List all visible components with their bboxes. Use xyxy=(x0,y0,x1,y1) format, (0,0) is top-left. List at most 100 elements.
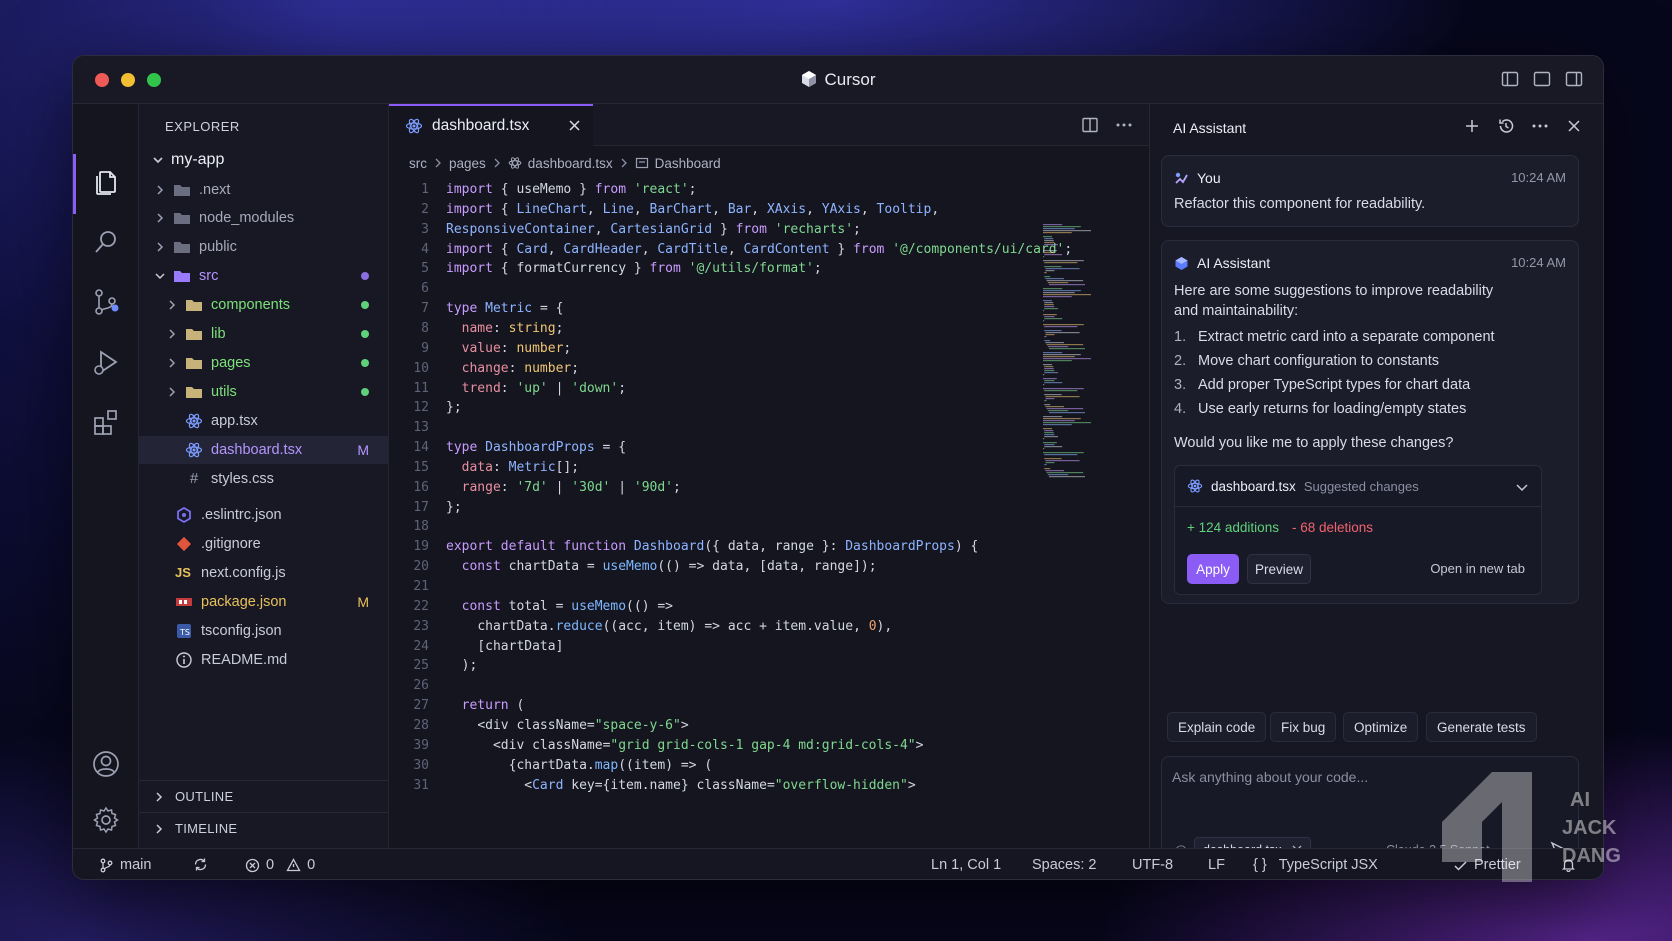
problems-indicator[interactable]: 0 0 xyxy=(245,857,315,873)
search-icon[interactable] xyxy=(90,226,122,258)
code-line[interactable]: 27 return ( xyxy=(389,696,1089,716)
code-line[interactable]: 1 import { useMemo } from 'react'; xyxy=(389,180,1089,200)
extensions-icon[interactable] xyxy=(90,406,122,438)
tree-item-utils[interactable]: utils xyxy=(139,378,389,406)
language-mode[interactable]: { } TypeScript JSX xyxy=(1253,857,1378,873)
toggle-panel-icon[interactable] xyxy=(1533,70,1551,88)
split-editor-icon[interactable] xyxy=(1081,116,1099,134)
code-line[interactable]: 2 import { LineChart, Line, BarChart, Bar… xyxy=(389,200,1089,220)
code-line[interactable]: 24 [chartData] xyxy=(389,637,1089,657)
tree-item-app-tsx[interactable]: app.tsx xyxy=(139,407,389,435)
close-tab-icon[interactable] xyxy=(568,119,581,132)
explain-code-chip[interactable]: Explain code xyxy=(1167,712,1267,742)
code-line[interactable]: 22 const total = useMemo(() => xyxy=(389,597,1089,617)
tree-item-eslintrc[interactable]: .eslintrc.json xyxy=(139,501,389,529)
tree-item-components[interactable]: components xyxy=(139,291,389,319)
tree-item-styles-css[interactable]: # styles.css xyxy=(139,465,389,493)
code-line[interactable]: 30 {chartData.map((item) => ( xyxy=(389,756,1089,776)
minimap-line xyxy=(1044,326,1078,328)
history-icon[interactable] xyxy=(1497,117,1515,135)
more-actions-icon[interactable] xyxy=(1531,117,1549,135)
line-source: name: string; xyxy=(461,320,564,336)
generate-tests-chip[interactable]: Generate tests xyxy=(1426,712,1537,742)
code-line[interactable]: 15 data: Metric[]; xyxy=(389,458,1089,478)
tree-item-next[interactable]: .next xyxy=(139,176,389,204)
code-line[interactable]: 17}; xyxy=(389,498,1089,518)
code-line[interactable]: 21 xyxy=(389,577,1089,597)
message-text: Here are some suggestions to improve rea… xyxy=(1174,283,1494,299)
breadcrumb-item[interactable]: pages xyxy=(449,156,486,171)
timeline-section[interactable]: TIMELINE xyxy=(139,812,389,844)
code-line[interactable]: 19 export default function Dashboard({ da… xyxy=(389,537,1089,557)
tree-item-package-json[interactable]: package.json M xyxy=(139,588,389,616)
suggested-changes-card: dashboard.tsx Suggested changes + 124 ad… xyxy=(1174,465,1542,595)
code-line[interactable]: 10 change: number; xyxy=(389,359,1089,379)
account-icon[interactable] xyxy=(90,748,122,780)
code-line[interactable]: 39 <div className="grid grid-cols-1 gap-… xyxy=(389,736,1089,756)
minimap-line xyxy=(1045,470,1064,472)
chevron-down-icon[interactable] xyxy=(1515,480,1529,494)
tree-item-public[interactable]: public xyxy=(139,233,389,261)
tree-item-dashboard-tsx[interactable]: dashboard.tsx M xyxy=(139,436,389,464)
code-line[interactable]: 4 import { Card, CardHeader, CardTitle, C… xyxy=(389,240,1089,260)
code-line[interactable]: 18 xyxy=(389,517,1089,537)
code-line[interactable]: 25 ); xyxy=(389,656,1089,676)
code-line[interactable]: 20 const chartData = useMemo(() => data,… xyxy=(389,557,1089,577)
indentation[interactable]: Spaces: 2 xyxy=(1032,857,1097,873)
toggle-primary-sidebar-icon[interactable] xyxy=(1501,70,1519,88)
new-chat-plus-icon[interactable] xyxy=(1463,117,1481,135)
code-line[interactable]: 7 type Metric = { xyxy=(389,299,1089,319)
line-ending[interactable]: LF xyxy=(1208,857,1225,873)
tree-item-pages[interactable]: pages xyxy=(139,349,389,377)
minimap-line xyxy=(1043,224,1063,226)
apply-button[interactable]: Apply xyxy=(1187,554,1239,584)
toggle-secondary-sidebar-icon[interactable] xyxy=(1565,70,1583,88)
more-actions-icon[interactable] xyxy=(1115,116,1133,134)
code-line[interactable]: 8 name: string; xyxy=(389,319,1089,339)
code-line[interactable]: 14 type DashboardProps = { xyxy=(389,438,1089,458)
minimap-line xyxy=(1049,476,1085,478)
code-line[interactable]: 23 chartData.reduce((acc, item) => acc +… xyxy=(389,617,1089,637)
outline-section[interactable]: OUTLINE xyxy=(139,780,389,812)
tree-item-src[interactable]: src xyxy=(139,262,389,290)
tree-item-gitignore[interactable]: .gitignore xyxy=(139,530,389,558)
sync-button[interactable] xyxy=(193,857,214,872)
tree-item-readme[interactable]: README.md xyxy=(139,646,389,674)
code-line[interactable]: 31 <Card key={item.name} className="over… xyxy=(389,776,1089,796)
preview-button[interactable]: Preview xyxy=(1247,554,1311,584)
branch-indicator[interactable]: main xyxy=(99,857,151,873)
source-control-icon[interactable] xyxy=(90,286,122,318)
encoding[interactable]: UTF-8 xyxy=(1132,857,1173,873)
changes-file[interactable]: dashboard.tsx Suggested changes xyxy=(1187,478,1419,494)
open-in-new-tab-link[interactable]: Open in new tab xyxy=(1430,561,1525,576)
code-line[interactable]: 12}; xyxy=(389,398,1089,418)
code-line[interactable]: 28 <div className="space-y-6"> xyxy=(389,716,1089,736)
cursor-position[interactable]: Ln 1, Col 1 xyxy=(931,857,1001,873)
minimap[interactable] xyxy=(1041,224,1099,484)
code-line[interactable]: 11 trend: 'up' | 'down'; xyxy=(389,379,1089,399)
code-line[interactable]: 6 xyxy=(389,279,1089,299)
chevron-right-icon xyxy=(169,358,176,368)
code-line[interactable]: 16 range: '7d' | '30d' | '90d'; xyxy=(389,478,1089,498)
code-line[interactable]: 26 xyxy=(389,676,1089,696)
line-source: export default function Dashboard({ data… xyxy=(446,539,979,555)
run-debug-icon[interactable] xyxy=(90,346,122,378)
tree-item-lib[interactable]: lib xyxy=(139,320,389,348)
optimize-chip[interactable]: Optimize xyxy=(1343,712,1419,742)
code-line[interactable]: 9 value: number; xyxy=(389,339,1089,359)
explorer-files-icon[interactable] xyxy=(90,166,122,198)
close-panel-icon[interactable] xyxy=(1565,117,1583,135)
breadcrumb-item[interactable]: dashboard.tsx xyxy=(528,156,613,171)
tree-item-next-config[interactable]: JS next.config.js xyxy=(139,559,389,587)
tree-root-my-app[interactable]: my-app xyxy=(139,146,389,174)
breadcrumb-item[interactable]: Dashboard xyxy=(655,156,721,171)
tree-item-tsconfig[interactable]: TS tsconfig.json xyxy=(139,617,389,645)
breadcrumb-item[interactable]: src xyxy=(409,156,427,171)
code-line[interactable]: 3 ResponsiveContainer, CartesianGrid } fr… xyxy=(389,220,1089,240)
code-line[interactable]: 13 xyxy=(389,418,1089,438)
tab-dashboard-tsx[interactable]: dashboard.tsx xyxy=(389,104,593,146)
settings-gear-icon[interactable] xyxy=(90,804,122,836)
code-line[interactable]: 5 import { formatCurrency } from '@/utils… xyxy=(389,259,1089,279)
fix-bug-chip[interactable]: Fix bug xyxy=(1270,712,1337,742)
tree-item-node-modules[interactable]: node_modules xyxy=(139,204,389,232)
